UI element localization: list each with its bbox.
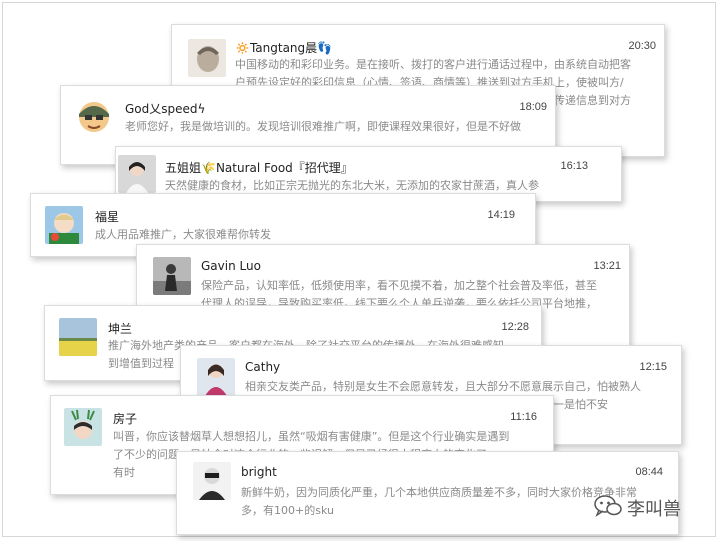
watermark-text: 李叫兽 (627, 499, 681, 520)
comment-time: 11:16 (510, 411, 537, 423)
avatar (197, 358, 235, 396)
comment-time: 13:21 (593, 260, 621, 272)
comment-time: 12:28 (501, 321, 529, 333)
watermark: 李叫兽 (593, 494, 681, 522)
avatar (59, 318, 97, 356)
commenter-name: Cathy (245, 360, 281, 374)
commenter-name: God乂speedϟ (125, 102, 206, 116)
avatar (153, 257, 191, 295)
comment-text: 老师您好，我是做培训的。发现培训很难推广啊，即使课程效果很好，但是不好做 (125, 120, 521, 133)
comment-time: 16:13 (560, 160, 588, 172)
comment-time: 20:30 (628, 40, 656, 52)
commenter-name: Gavin Luo (201, 259, 261, 273)
commenter-name: 房子 (113, 412, 138, 426)
wechat-icon (593, 494, 623, 522)
commenter-name: bright (241, 465, 277, 479)
commenter-name: 福星 (95, 210, 120, 224)
comment-time: 08:44 (635, 466, 663, 478)
avatar (45, 206, 83, 244)
comment-time: 12:15 (639, 361, 667, 373)
comment-text: 成人用品难推广，大家很难帮你转发 (95, 228, 271, 241)
avatar (75, 98, 113, 136)
avatar (118, 155, 156, 193)
avatar (64, 408, 102, 446)
comment-text: 新鲜牛奶，因为同质化严重，几个本地供应商质量差不多，同时大家价格竞争非常多，有1… (241, 486, 637, 517)
avatar (193, 462, 231, 500)
avatar (188, 39, 226, 77)
commenter-name: 五姐姐🌾Natural Food『招代理』 (165, 161, 353, 175)
commenter-name: 🔅Tangtang晨👣 (235, 41, 333, 55)
comment-time: 18:09 (519, 101, 547, 113)
comment-card-bright: bright 08:44 新鲜牛奶，因为同质化严重，几个本地供应商质量差不多，同… (176, 451, 679, 535)
commenter-name: 坤兰 (108, 322, 133, 336)
comment-time: 14:19 (487, 209, 515, 221)
